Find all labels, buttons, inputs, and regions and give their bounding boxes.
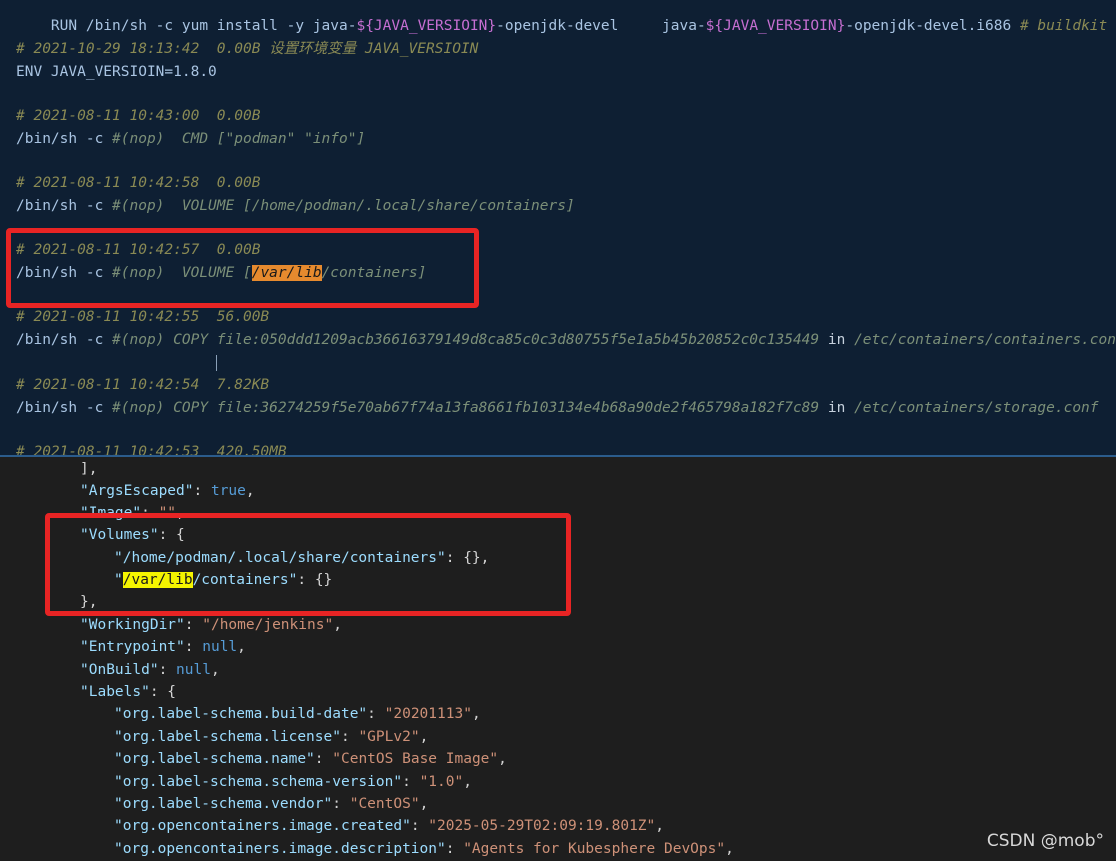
csdn-watermark: CSDN @mob° bbox=[986, 831, 1104, 851]
history-command: /bin/sh -c #(nop) VOLUME [/home/podman/.… bbox=[16, 198, 575, 214]
annotation-box-history bbox=[6, 228, 479, 308]
json-line-label: "org.label-schema.schema-version": "1.0"… bbox=[114, 774, 472, 790]
history-comment: # 2021-08-11 10:42:55 56.00B bbox=[16, 309, 270, 325]
history-command: /bin/sh -c #(nop) COPY file:050ddd1209ac… bbox=[16, 332, 1116, 348]
json-line-label: "org.label-schema.license": "GPLv2", bbox=[114, 729, 429, 745]
history-comment: # 2021-08-11 10:43:00 0.00B bbox=[16, 108, 261, 124]
json-line-onbuild: "OnBuild": null, bbox=[80, 662, 220, 678]
json-line-label: "org.label-schema.vendor": "CentOS", bbox=[114, 796, 429, 812]
json-line-label: "org.label-schema.name": "CentOS Base Im… bbox=[114, 751, 507, 767]
history-comment: # 2021-10-29 18:13:42 0.00B 设置环境变量 JAVA_… bbox=[16, 41, 479, 57]
history-comment: # 2021-08-11 10:42:58 0.00B bbox=[16, 175, 261, 191]
text-cursor bbox=[216, 355, 217, 371]
history-comment: # 2021-08-11 10:42:54 7.82KB bbox=[16, 377, 270, 393]
json-line-args-escaped: "ArgsEscaped": true, bbox=[80, 483, 255, 499]
json-line-label: "org.opencontainers.image.description": … bbox=[114, 841, 734, 857]
json-line-label: "org.opencontainers.image.created": "202… bbox=[114, 818, 664, 834]
annotation-box-volumes bbox=[45, 513, 571, 616]
history-command: ENV JAVA_VERSIOIN=1.8.0 bbox=[16, 64, 217, 80]
json-line-entrypoint: "Entrypoint": null, bbox=[80, 639, 246, 655]
inspect-json-panel: ], "ArgsEscaped": true, "Image": "", "Vo… bbox=[0, 457, 1116, 861]
json-line: ], bbox=[80, 461, 98, 477]
json-line-working-dir: "WorkingDir": "/home/jenkins", bbox=[80, 617, 342, 633]
history-terminal-panel: RUN /bin/sh -c yum install -y java-${JAV… bbox=[0, 0, 1116, 457]
json-line-labels: "Labels": { bbox=[80, 684, 177, 700]
history-command: /bin/sh -c #(nop) CMD ["podman" "info"] bbox=[16, 131, 366, 147]
history-command: /bin/sh -c #(nop) COPY file:36274259f5e7… bbox=[16, 400, 1099, 416]
json-line-label: "org.label-schema.build-date": "20201113… bbox=[114, 706, 481, 722]
